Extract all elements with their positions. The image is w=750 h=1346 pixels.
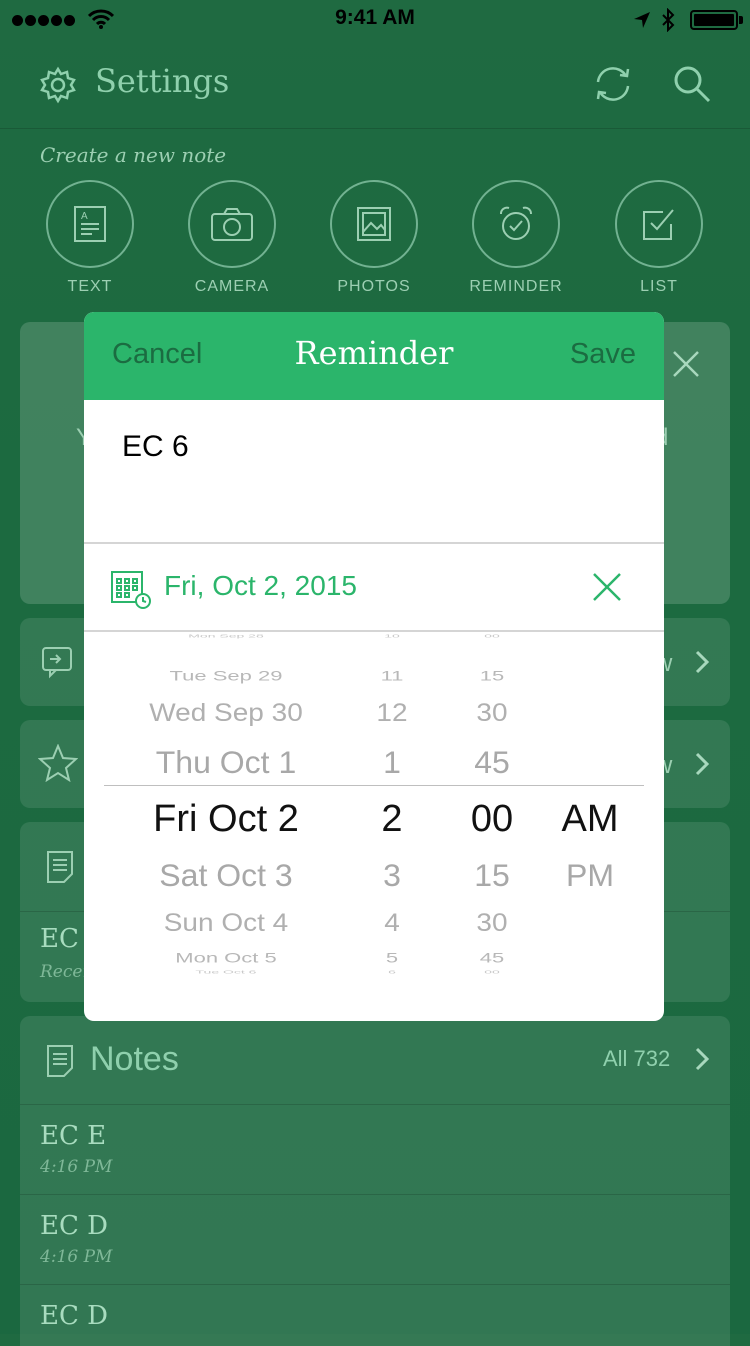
battery-icon <box>690 10 738 30</box>
picker-hour-item[interactable]: 3 <box>383 859 401 890</box>
create-camera-button[interactable]: CAMERA <box>172 180 292 296</box>
recent-note-title: EC <box>40 924 79 954</box>
picker-hour-item[interactable]: 5 <box>386 951 398 965</box>
reminder-date: Fri, Oct 2, 2015 <box>164 570 357 601</box>
checklist-icon <box>643 209 674 240</box>
photos-icon <box>357 207 391 241</box>
create-reminder-button[interactable]: REMINDER <box>456 180 576 296</box>
create-reminder-label: REMINDER <box>469 278 563 295</box>
picker-date-item-selected[interactable]: Fri Oct 2 <box>153 800 299 838</box>
note-list-item[interactable]: EC E 4:16 PM <box>20 1104 730 1195</box>
picker-minute-item[interactable]: 45 <box>474 746 510 777</box>
battery-tip <box>739 16 743 24</box>
picker-minute-item-selected[interactable]: 00 <box>471 800 513 838</box>
chevron-right-icon <box>695 752 710 776</box>
status-bar: 9:41 AM <box>0 0 750 40</box>
svg-text:A: A <box>81 211 88 222</box>
sync-icon[interactable] <box>592 64 634 104</box>
picker-minute-item[interactable]: 45 <box>480 951 504 965</box>
create-photos-label: PHOTOS <box>337 278 411 295</box>
reminder-dialog: Cancel Reminder Save EC 6 Fri, Oct 2, 20… <box>84 312 664 1021</box>
picker-hour-item[interactable]: 1 <box>383 746 401 777</box>
picker-minute-item[interactable]: 30 <box>476 910 507 936</box>
picker-date-item[interactable]: Tue Oct 6 <box>196 970 257 975</box>
note-list-item[interactable]: EC D <box>20 1284 730 1335</box>
note-title: EC E <box>40 1121 107 1151</box>
date-time-picker[interactable]: Mon Sep 28 Tue Sep 29 Wed Sep 30 Thu Oct 1 F… <box>84 632 664 977</box>
location-arrow-icon <box>634 12 650 28</box>
notes-count[interactable]: All 732 <box>603 1046 670 1072</box>
picker-date-item[interactable]: Sun Oct 4 <box>164 910 289 936</box>
picker-minute-item[interactable]: 30 <box>476 700 507 726</box>
picker-hour-item[interactable]: 4 <box>384 910 400 936</box>
picker-selection-line <box>104 785 644 786</box>
note-list-item[interactable]: EC D 4:16 PM <box>20 1194 730 1285</box>
picker-date-item[interactable]: Mon Oct 5 <box>175 951 276 965</box>
notes-title: Notes <box>90 1040 179 1078</box>
picker-date-item[interactable]: Tue Sep 29 <box>170 669 283 683</box>
create-photos-button[interactable]: PHOTOS <box>314 180 434 296</box>
picker-hour-item[interactable]: 12 <box>376 700 407 726</box>
note-title: EC D <box>40 1211 108 1241</box>
star-icon <box>38 744 78 782</box>
picker-ampm-item[interactable]: PM <box>566 859 614 890</box>
note-icon <box>47 851 73 883</box>
nav-bar: Settings <box>0 40 750 129</box>
gear-icon[interactable] <box>38 65 78 105</box>
picker-minute-item[interactable]: 15 <box>480 669 504 683</box>
divider <box>84 542 664 544</box>
create-list-label: LIST <box>640 278 678 295</box>
create-camera-label: CAMERA <box>194 278 270 295</box>
chevron-right-icon <box>695 650 710 674</box>
note-time: 4:16 PM <box>40 1157 113 1177</box>
picker-date-item[interactable]: Mon Sep 28 <box>188 634 264 639</box>
notes-icon <box>47 1045 73 1077</box>
picker-date-item[interactable]: Sat Oct 3 <box>159 859 292 890</box>
picker-hour-item[interactable]: 6 <box>388 970 396 975</box>
chevron-right-icon <box>695 1047 710 1071</box>
picker-minute-item[interactable]: 00 <box>484 634 500 639</box>
camera-icon <box>211 208 253 241</box>
reminder-dialog-header: Cancel Reminder Save <box>84 312 664 400</box>
picker-hour-item[interactable]: 11 <box>381 669 404 683</box>
picker-minute-item[interactable]: 15 <box>474 859 510 890</box>
note-title: EC D <box>40 1301 108 1331</box>
note-time: 4:16 PM <box>40 1247 113 1267</box>
picker-date-item[interactable]: Thu Oct 1 <box>156 746 297 777</box>
text-note-icon: A <box>74 206 106 242</box>
search-icon[interactable] <box>672 64 712 104</box>
picker-minute-item[interactable]: 00 <box>484 970 500 975</box>
picker-hour-item-selected[interactable]: 2 <box>381 800 402 838</box>
create-note-label: Create a new note <box>40 143 227 167</box>
close-icon[interactable] <box>670 348 702 380</box>
create-list-button[interactable]: LIST <box>599 180 719 296</box>
work-chat-icon <box>42 647 72 679</box>
settings-title[interactable]: Settings <box>95 62 229 100</box>
clear-date-icon[interactable] <box>592 572 622 602</box>
picker-ampm-item-selected[interactable]: AM <box>562 800 619 838</box>
alarm-clock-icon <box>500 206 532 240</box>
create-text-label: TEXT <box>67 278 113 295</box>
reminder-note-title[interactable]: EC 6 <box>122 430 189 464</box>
bluetooth-icon <box>662 8 675 32</box>
create-text-button[interactable]: A TEXT <box>30 180 150 296</box>
picker-date-item[interactable]: Wed Sep 30 <box>149 700 303 726</box>
save-button[interactable]: Save <box>570 338 636 371</box>
calendar-clock-icon <box>111 571 151 609</box>
picker-hour-item[interactable]: 10 <box>384 634 400 639</box>
